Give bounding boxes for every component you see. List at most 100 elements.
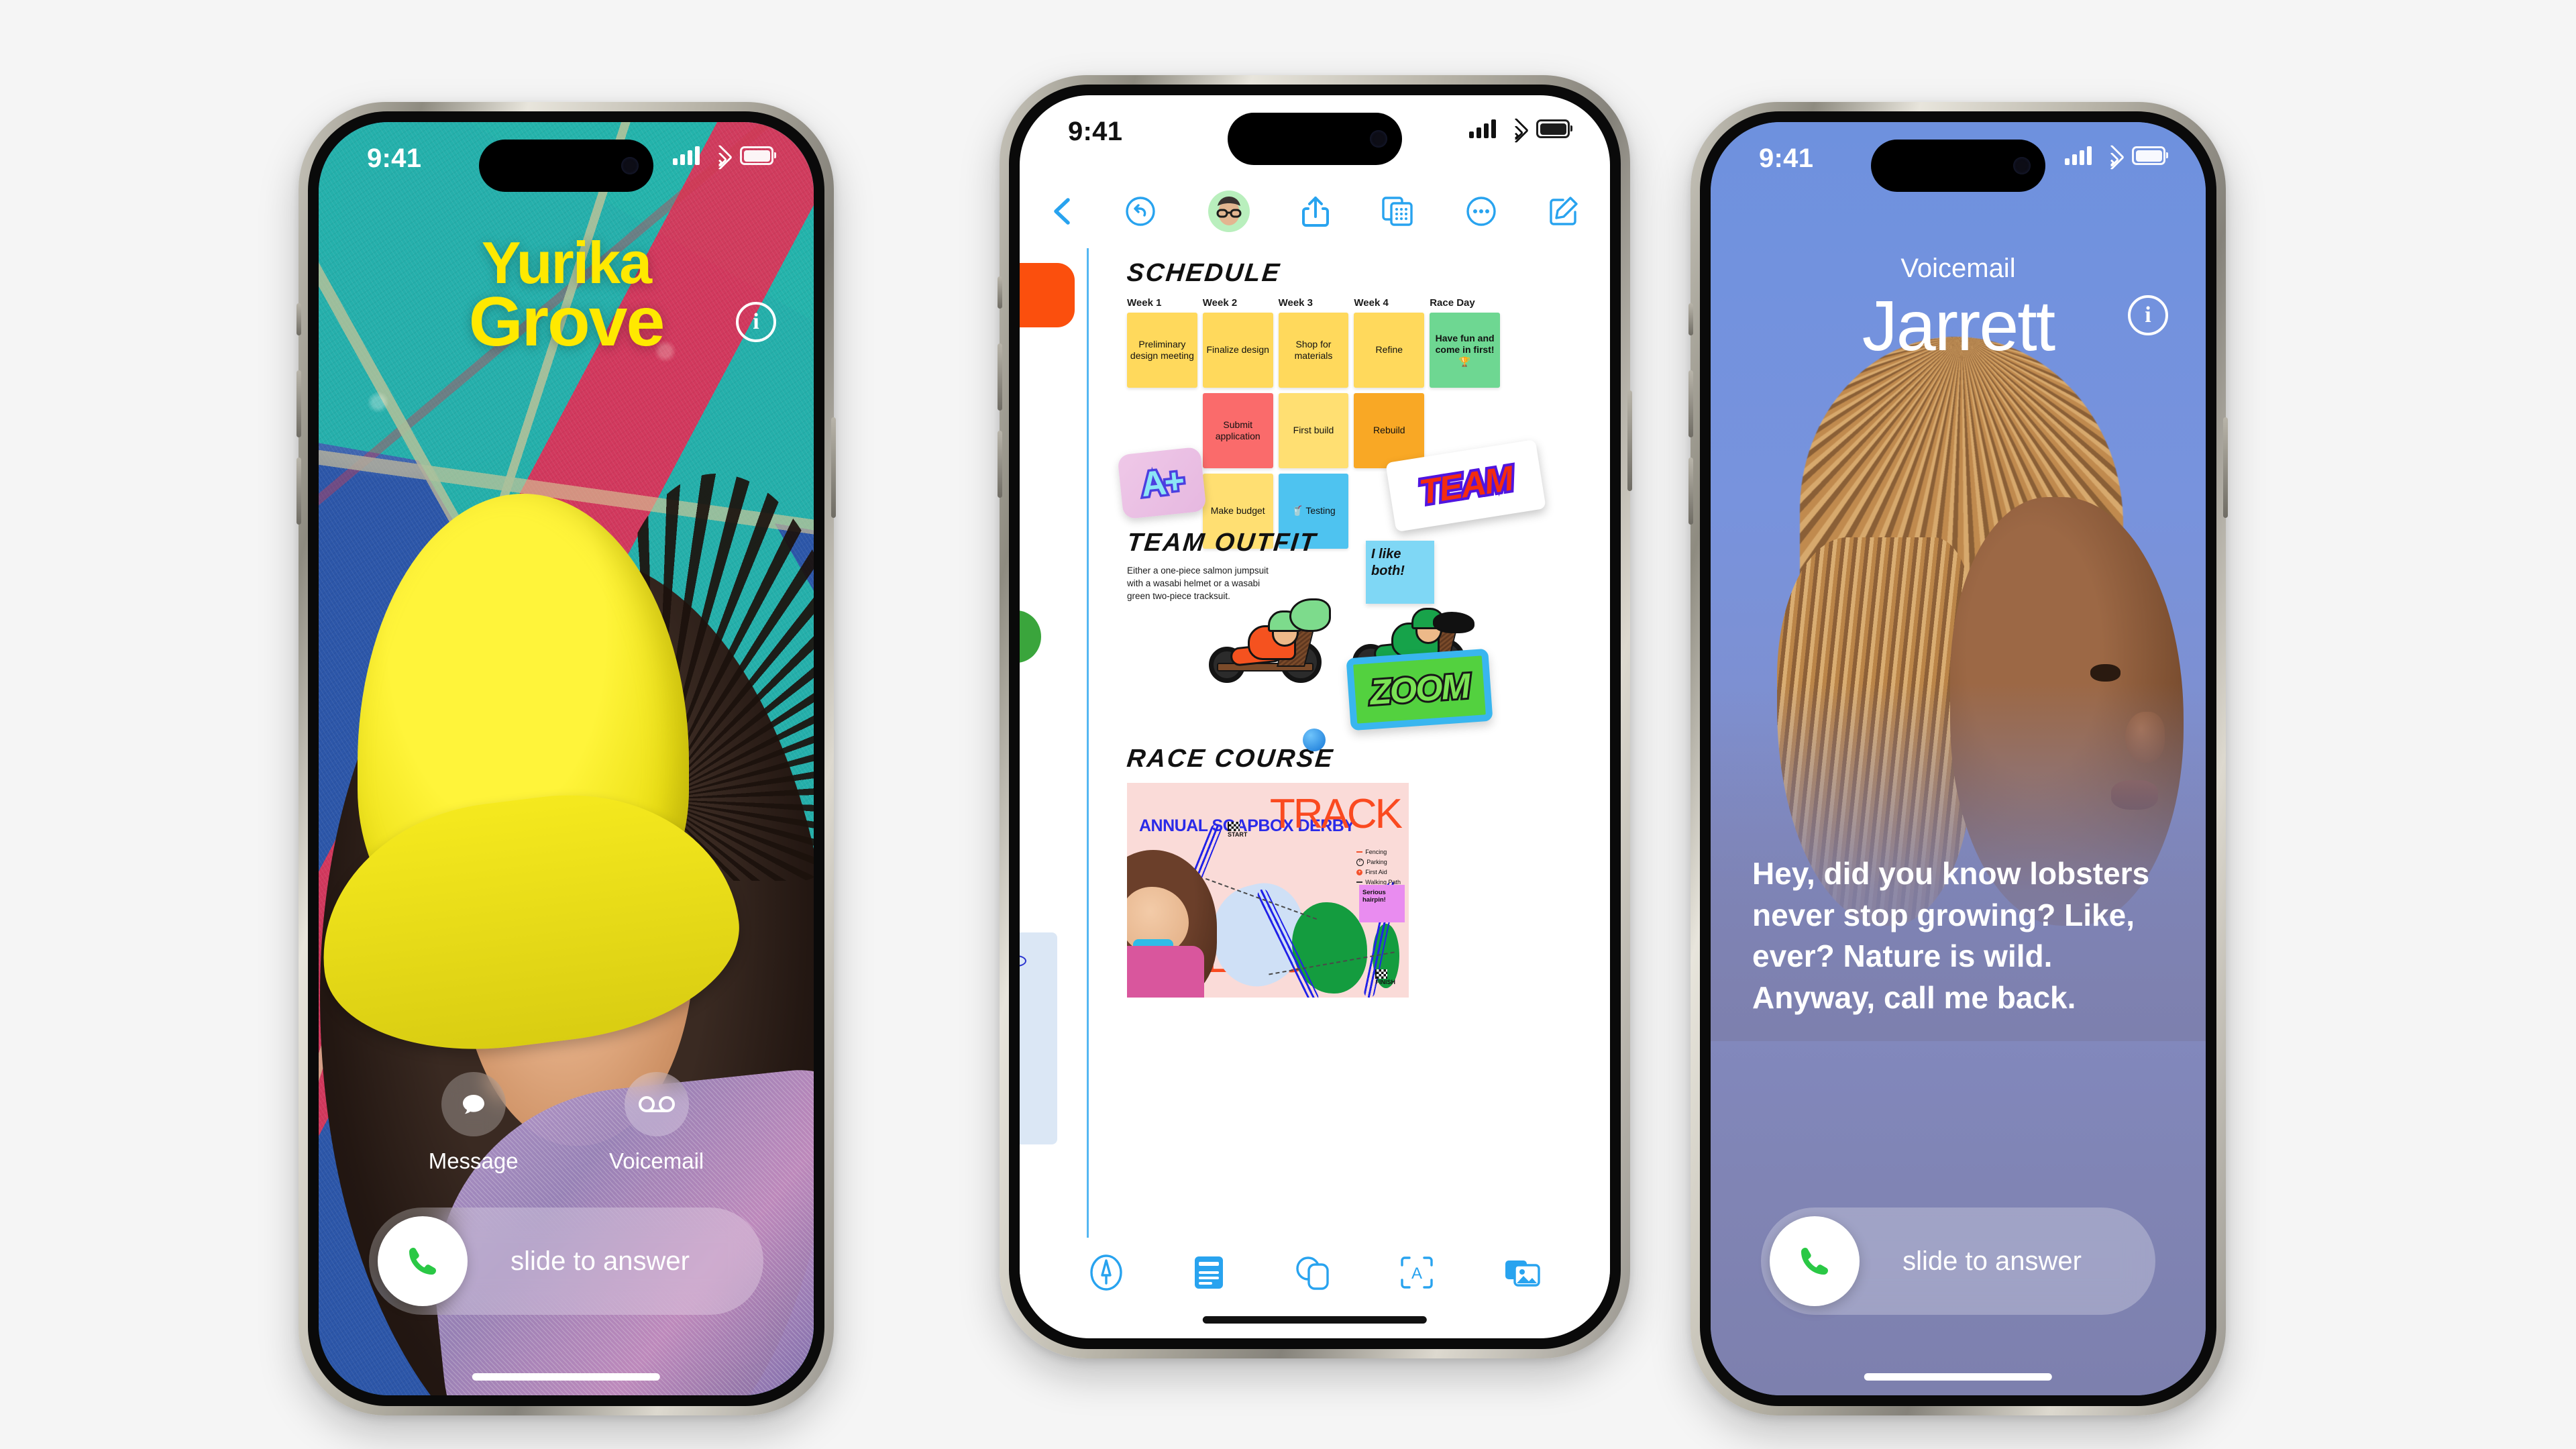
start-flag: START [1228, 822, 1247, 838]
voicemail-transcript: Hey, did you know lobsters never stop gr… [1752, 856, 2150, 1015]
ellipsis-circle-icon[interactable] [1465, 195, 1497, 227]
connector-line [1087, 248, 1089, 1238]
start-label: START [1228, 831, 1248, 838]
message-action[interactable]: Message [429, 1072, 519, 1174]
volume-down-button-3[interactable] [1688, 458, 1693, 525]
silent-switch[interactable] [297, 303, 301, 335]
status-time-2: 9:41 [1068, 117, 1123, 146]
course-map[interactable]: ANNUAL SOAPBOX DERBY TRACK LAYOUT [1127, 783, 1409, 998]
note-text: I like both! [1371, 547, 1405, 578]
team-outfit-title: TEAM OUTFIT [1125, 529, 1319, 557]
line-icon [1356, 851, 1363, 853]
message-bubble-icon [441, 1072, 506, 1136]
status-time: 9:41 [367, 144, 422, 173]
slide-to-answer-slider-3[interactable]: slide to answer [1761, 1208, 2155, 1315]
rider-illustration-salmon [1209, 598, 1331, 683]
sticky-note[interactable]: Have fun and come in first! 🏆 [1430, 313, 1500, 388]
home-indicator-3[interactable] [1864, 1373, 2053, 1381]
week-header: Race Day [1430, 297, 1475, 309]
phone-freeform-board: 9:41 SCHEDULE Week 1 Week 2 Week 3 Week … [998, 75, 1632, 1358]
silent-switch-2[interactable] [998, 276, 1002, 309]
home-indicator[interactable] [472, 1373, 661, 1381]
hairpin-annotation[interactable]: Serious hairpin! [1359, 885, 1405, 922]
shapes-icon[interactable] [1294, 1254, 1330, 1291]
sticky-note[interactable]: Preliminary design meeting [1127, 313, 1197, 388]
media-photos-icon[interactable] [1503, 1256, 1541, 1289]
volume-down-button[interactable] [297, 458, 301, 525]
stacked-boards-icon[interactable] [1381, 196, 1413, 227]
sticky-note[interactable]: First build [1278, 393, 1349, 468]
phone-handset-icon-3[interactable] [1770, 1216, 1860, 1306]
volume-down-button-2[interactable] [998, 431, 1002, 498]
checkered-flag-icon [1375, 969, 1388, 979]
silent-switch-3[interactable] [1688, 303, 1693, 335]
green-dot-sticker[interactable] [1020, 610, 1041, 663]
compose-pencil-icon[interactable] [1548, 196, 1579, 227]
voicemail-label: Voicemail [609, 1148, 704, 1173]
schedule-row-1: Preliminary design meeting Finalize desi… [1127, 313, 1500, 388]
phone1-screen: 9:41 Yurika Grove i Message Voicemail sl… [319, 122, 814, 1395]
sticky-note[interactable]: Submit application [1202, 393, 1273, 468]
a-plus-text: A+ [1137, 459, 1187, 506]
volume-up-button[interactable] [297, 370, 301, 437]
sticky-note[interactable]: Refine [1354, 313, 1425, 388]
phone-handset-icon[interactable] [378, 1216, 468, 1306]
first-aid-icon: + [1356, 869, 1363, 875]
helmet-plume [1289, 598, 1331, 632]
voicemail-action[interactable]: Voicemail [609, 1072, 704, 1174]
week-header: Week 2 [1202, 297, 1238, 309]
undo-circle-icon[interactable] [1124, 195, 1157, 227]
week-header: Week 1 [1127, 297, 1162, 309]
orange-shape-sticker[interactable] [1020, 263, 1075, 327]
caller-name-3: Jarrett [1862, 286, 2055, 366]
volume-up-button-3[interactable] [1688, 370, 1693, 437]
info-icon[interactable]: i [736, 302, 776, 342]
freeform-canvas[interactable]: notes: ✓✓✓ ✓✓✓ will be ✓✓✓ SCHEDULE Week… [1020, 248, 1610, 1238]
sticky-note[interactable]: Shop for materials [1278, 313, 1349, 388]
power-button-3[interactable] [2223, 417, 2228, 518]
map-legend: Fencing P Parking + First Aid Walking Path [1356, 847, 1401, 887]
a-plus-sticker[interactable]: A+ [1117, 446, 1207, 520]
caller-first-name: Yurika [481, 229, 652, 296]
dynamic-island-3 [1871, 140, 2045, 192]
slide-to-answer-label: slide to answer [511, 1246, 690, 1276]
memoji-sticker[interactable] [1127, 850, 1217, 998]
legend-row: + First Aid [1356, 867, 1401, 877]
zoom-sticker[interactable]: ZOOM [1346, 648, 1493, 731]
zoom-text: ZOOM [1366, 665, 1472, 714]
screenshot-stage: 9:41 Yurika Grove i Message Voicemail sl… [0, 0, 2576, 1449]
chevron-left-icon[interactable] [1051, 197, 1073, 226]
dynamic-island [479, 140, 653, 192]
slide-to-answer-slider[interactable]: slide to answer [369, 1208, 763, 1315]
week-header: Week 3 [1278, 297, 1313, 309]
sticky-note[interactable]: Finalize design [1202, 313, 1273, 388]
status-indicators [673, 144, 776, 170]
phone3-screen: 9:41 i Voicemail Jarrett Hey, did you kn… [1711, 122, 2206, 1395]
phone-incoming-call: 9:41 Yurika Grove i Message Voicemail sl… [297, 102, 836, 1415]
side-checklist-card[interactable]: notes: ✓✓✓ ✓✓✓ will be ✓✓✓ [1020, 932, 1057, 1144]
cellular-signal-icon-3 [2065, 146, 2092, 165]
pen-tool-icon[interactable] [1089, 1254, 1124, 1291]
svg-text:A: A [1411, 1265, 1422, 1283]
voicemail-label-3: Voicemail [1900, 254, 2016, 283]
wifi-icon-3 [2098, 144, 2125, 170]
sticky-note[interactable]: Rebuild [1354, 393, 1425, 468]
power-button[interactable] [831, 417, 836, 518]
memoji-avatar-icon[interactable] [1208, 191, 1250, 232]
i-like-both-note[interactable]: I like both! [1366, 541, 1434, 604]
memoji-vest [1127, 945, 1204, 998]
status-indicators-3 [2065, 144, 2168, 170]
text-box-icon[interactable]: A [1399, 1254, 1435, 1291]
volume-up-button-2[interactable] [998, 343, 1002, 411]
freeform-top-toolbar [1020, 174, 1610, 248]
power-button-2[interactable] [1627, 390, 1632, 491]
sticky-note-icon[interactable] [1192, 1254, 1226, 1291]
home-indicator-2[interactable] [1202, 1316, 1428, 1324]
legend-label: First Aid [1365, 868, 1387, 875]
side-card-line: notes: [1020, 938, 1053, 945]
cellular-signal-icon-2 [1469, 119, 1496, 138]
legend-row: Fencing [1356, 847, 1401, 857]
share-up-icon[interactable] [1301, 195, 1330, 228]
week-header: Week 4 [1354, 297, 1389, 309]
battery-icon-2 [1536, 119, 1572, 138]
